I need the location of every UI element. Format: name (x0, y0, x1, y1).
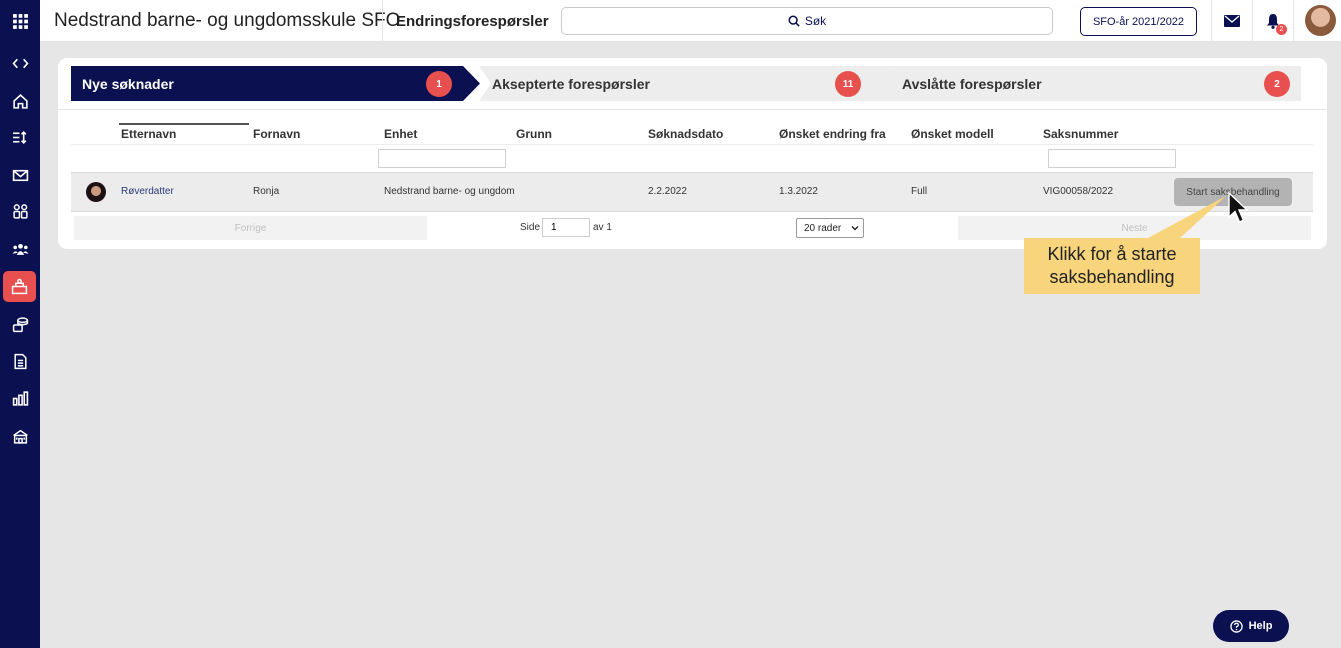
help-label: Help (1248, 620, 1273, 632)
column-header-grunn[interactable]: Grunn (516, 127, 552, 141)
previous-page-button[interactable]: Forrige (74, 216, 427, 240)
cell-endring-fra: 1.3.2022 (779, 186, 818, 197)
enhet-filter-input[interactable] (378, 149, 506, 168)
column-header-enhet[interactable]: Enhet (384, 127, 417, 141)
top-bar: Nedstrand barne- og ungdomsskule SFO End… (40, 0, 1341, 42)
user-avatar[interactable] (1305, 5, 1336, 36)
app-title: Nedstrand barne- og ungdomsskule SFO (54, 10, 401, 31)
search-input[interactable]: Søk (561, 7, 1053, 35)
chevron-down-icon (851, 226, 859, 231)
mail-button[interactable] (1212, 0, 1252, 42)
sidebar (0, 0, 40, 648)
rows-per-page-select[interactable]: 20 rader (796, 218, 864, 238)
help-button[interactable]: Help (1213, 610, 1289, 642)
tooltip-line: saksbehandling (1049, 267, 1175, 287)
page-count-label: av 1 (593, 222, 612, 233)
notification-badge: 2 (1276, 24, 1287, 35)
question-icon (1229, 619, 1243, 633)
sort-indicator (119, 123, 249, 125)
envelope-icon (1224, 15, 1240, 27)
mail-icon[interactable] (0, 160, 40, 190)
tooltip: Klikk for å starte saksbehandling (1024, 238, 1200, 294)
count-badge: 2 (1264, 71, 1290, 97)
page-label: Side (520, 222, 541, 233)
cell-etternavn[interactable]: Røverdatter (121, 186, 174, 197)
tooltip-line: Klikk for å starte (1047, 244, 1177, 264)
tab-accepted-requests[interactable]: Aksepterte forespørsler (492, 66, 650, 101)
divider (71, 144, 1313, 145)
page-number-input[interactable] (542, 218, 590, 237)
application-icon[interactable] (3, 271, 36, 302)
table-row[interactable]: Røverdatter Ronja Nedstrand barne- og un… (71, 172, 1313, 212)
column-header-soknadsdato[interactable]: Søknadsdato (648, 127, 723, 141)
year-button[interactable]: SFO-år 2021/2022 (1080, 7, 1197, 36)
sort-icon[interactable] (0, 122, 40, 152)
home-icon[interactable] (0, 86, 40, 116)
grid-icon[interactable] (0, 6, 40, 36)
children-icon[interactable] (0, 196, 40, 226)
rows-per-page-value: 20 rader (804, 222, 842, 234)
tab-label: Nye søknader (82, 75, 174, 92)
cell-modell: Full (911, 186, 928, 197)
divider (1293, 0, 1294, 42)
stepper (71, 66, 1301, 101)
cell-enhet: Nedstrand barne- og ungdom (384, 186, 515, 197)
code-icon[interactable] (0, 48, 40, 78)
document-icon[interactable] (0, 346, 40, 376)
count-badge: 1 (426, 71, 452, 97)
requests-card: Nye søknader 1 Aksepterte forespørsler 1… (58, 58, 1327, 249)
cell-fornavn: Ronja (253, 186, 280, 197)
divider (58, 109, 1327, 110)
tab-label: Avslåtte forespørsler (902, 75, 1042, 92)
cell-soknadsdato: 2.2.2022 (648, 186, 687, 197)
next-page-button[interactable]: Neste (958, 216, 1311, 240)
column-header-endring-fra[interactable]: Ønsket endring fra (779, 127, 886, 141)
stats-icon[interactable] (0, 383, 40, 413)
notifications-button[interactable]: 2 (1253, 0, 1293, 42)
search-icon (788, 15, 800, 27)
school-icon[interactable] (0, 421, 40, 451)
cell-saksnummer: VIG00058/2022 (1043, 186, 1114, 197)
tab-label: Aksepterte forespørsler (492, 75, 650, 92)
search-placeholder: Søk (804, 14, 827, 28)
money-icon[interactable] (0, 309, 40, 339)
column-header-etternavn[interactable]: Etternavn (121, 127, 176, 141)
saksnummer-filter-input[interactable] (1048, 149, 1176, 168)
page-title: Endringsforespørsler (396, 13, 549, 30)
column-header-saksnummer[interactable]: Saksnummer (1043, 127, 1118, 141)
count-badge: 11 (835, 71, 861, 97)
column-header-modell[interactable]: Ønsket modell (911, 127, 994, 141)
divider (382, 0, 383, 42)
tab-rejected-requests[interactable]: Avslåtte forespørsler (902, 66, 1042, 101)
tab-new-applications[interactable]: Nye søknader (82, 66, 174, 101)
column-header-fornavn[interactable]: Fornavn (253, 127, 300, 141)
avatar (86, 182, 106, 202)
mouse-cursor-icon (1228, 192, 1249, 223)
group-icon[interactable] (0, 234, 40, 264)
